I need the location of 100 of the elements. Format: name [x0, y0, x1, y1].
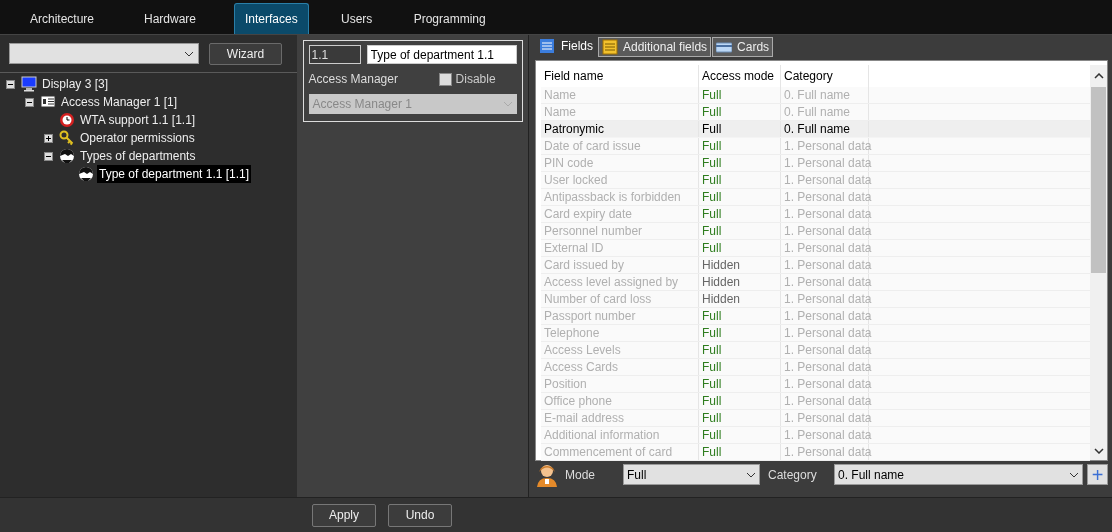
access-mode-cell: Full	[699, 138, 781, 154]
table-row[interactable]: Access Levels Full 1. Personal data	[541, 342, 1090, 359]
access-mode-cell: Hidden	[699, 257, 781, 273]
table-row[interactable]: Telephone Full 1. Personal data	[541, 325, 1090, 342]
table-row[interactable]: Access Cards Full 1. Personal data	[541, 359, 1090, 376]
disable-label: Disable	[455, 71, 496, 88]
category-dropdown[interactable]: 0. Full name	[834, 464, 1083, 485]
scrollbar-thumb[interactable]	[1091, 87, 1106, 273]
table-row[interactable]: Antipassback is forbidden Full 1. Personal data	[541, 189, 1090, 206]
mode-dropdown[interactable]: Full	[623, 464, 760, 485]
chevron-down-icon	[502, 101, 513, 107]
field-name-cell: Antipassback is forbidden	[541, 189, 699, 205]
tree-item[interactable]: Access Manager 1 [1]	[59, 93, 180, 111]
category-label: Category	[768, 466, 818, 484]
number-field[interactable]: 1.1	[308, 45, 361, 64]
apply-button[interactable]: Apply	[312, 503, 376, 527]
tree-item[interactable]: Operator permissions	[78, 129, 197, 147]
table-row[interactable]: External ID Full 1. Personal data	[541, 240, 1090, 257]
access-mode-cell: Full	[699, 240, 781, 256]
nav-tab[interactable]: Users	[318, 3, 395, 34]
field-name-cell: Name	[541, 104, 699, 120]
chevron-down-icon	[746, 471, 756, 478]
person-icon	[535, 462, 559, 487]
field-name-cell: Card expiry date	[541, 206, 699, 222]
table-row[interactable]: Name Full 0. Full name	[541, 87, 1090, 104]
tree-item[interactable]: Display 3 [3]	[40, 75, 111, 93]
field-name-cell: Number of card loss	[541, 291, 699, 307]
field-name-cell: Personnel number	[541, 223, 699, 239]
table-row[interactable]: Patronymic Full 0. Full name	[541, 121, 1090, 138]
access-mode-cell: Full	[699, 342, 781, 358]
table-row[interactable]: User locked Full 1. Personal data	[541, 172, 1090, 189]
table-row[interactable]: Card issued by Hidden 1. Personal data	[541, 257, 1090, 274]
field-name-cell: Card issued by	[541, 257, 699, 273]
table-row[interactable]: Position Full 1. Personal data	[541, 376, 1090, 393]
collapse-toggle[interactable]	[25, 97, 34, 107]
table-row[interactable]: Personnel number Full 1. Personal data	[541, 223, 1090, 240]
access-mode-cell: Hidden	[699, 291, 781, 307]
table-row[interactable]: Office phone Full 1. Personal data	[541, 393, 1090, 410]
card-icon	[716, 39, 733, 55]
access-mode-cell: Full	[699, 376, 781, 392]
access-mode-cell: Full	[699, 206, 781, 222]
badge-icon	[59, 148, 75, 164]
table-row[interactable]: Date of card issue Full 1. Personal data	[541, 138, 1090, 155]
chevron-down-icon	[1069, 471, 1079, 478]
field-name-cell: Commencement of card	[541, 444, 699, 460]
scrollbar[interactable]	[1090, 65, 1107, 460]
wizard-button[interactable]: Wizard	[209, 42, 282, 65]
category-cell: 0. Full name	[781, 104, 869, 120]
scroll-down-icon[interactable]	[1093, 448, 1104, 454]
table-row[interactable]: E-mail address Full 1. Personal data	[541, 410, 1090, 427]
access-mode-cell: Full	[699, 427, 781, 443]
field-name-cell: Access level assigned by	[541, 274, 699, 290]
scroll-up-icon[interactable]	[1093, 73, 1104, 79]
field-name-cell: Position	[541, 376, 699, 392]
field-name-cell: Name	[541, 87, 699, 103]
table-row[interactable]: Additional information Full 1. Personal data	[541, 427, 1090, 444]
add-button[interactable]: +	[1087, 464, 1108, 485]
table-row[interactable]: Number of card loss Hidden 1. Personal data	[541, 291, 1090, 308]
access-mode-cell: Full	[699, 359, 781, 375]
tree-item[interactable]: Types of departments	[78, 147, 198, 165]
id-card-icon	[40, 94, 56, 110]
undo-button[interactable]: Undo	[388, 503, 452, 527]
table-row[interactable]: Passport number Full 1. Personal data	[541, 308, 1090, 325]
disable-checkbox[interactable]	[438, 72, 452, 86]
field-name-cell: User locked	[541, 172, 699, 188]
access-mode-cell: Full	[699, 444, 781, 460]
tree-item[interactable]: Type of department 1.1 [1.1]	[97, 165, 252, 183]
nav-tab[interactable]: Programming	[394, 3, 505, 34]
nav-tab[interactable]: Hardware	[116, 3, 224, 34]
field-name-cell: Additional information	[541, 427, 699, 443]
field-name-cell: PIN code	[541, 155, 699, 171]
field-name-cell: Access Levels	[541, 342, 699, 358]
tab[interactable]: Additional fields	[598, 37, 712, 57]
mode-label: Mode	[565, 466, 597, 484]
table-row[interactable]: Commencement of card Full 1. Personal data	[541, 444, 1090, 461]
nav-tab[interactable]: Interfaces	[234, 3, 309, 34]
collapse-toggle[interactable]	[44, 151, 53, 161]
clock-icon	[59, 112, 75, 128]
notepad-icon	[602, 39, 618, 55]
collapse-toggle[interactable]	[6, 79, 15, 89]
badge-icon	[78, 166, 94, 182]
expand-toggle[interactable]	[44, 133, 53, 143]
nav-tab[interactable]: Architecture	[8, 3, 116, 34]
category-cell: 0. Full name	[781, 87, 869, 103]
key-icon	[59, 130, 75, 146]
table-row[interactable]: PIN code Full 1. Personal data	[541, 155, 1090, 172]
field-name-cell: E-mail address	[541, 410, 699, 426]
access-mode-cell: Full	[699, 223, 781, 239]
tab[interactable]: Cards	[712, 37, 774, 57]
monitor-icon	[21, 76, 37, 92]
access-mode-cell: Full	[699, 104, 781, 120]
field-name-cell: Date of card issue	[541, 138, 699, 154]
table-row[interactable]: Access level assigned by Hidden 1. Personal data	[541, 274, 1090, 291]
name-field[interactable]: Type of department 1.1	[366, 45, 517, 64]
table-row[interactable]: Card expiry date Full 1. Personal data	[541, 206, 1090, 223]
table-row[interactable]: Name Full 0. Full name	[541, 104, 1090, 121]
tree-item[interactable]: WTA support 1.1 [1.1]	[78, 111, 198, 129]
chevron-down-icon	[184, 50, 194, 57]
access-mode-cell: Full	[699, 325, 781, 341]
category-cell: 0. Full name	[781, 121, 869, 137]
